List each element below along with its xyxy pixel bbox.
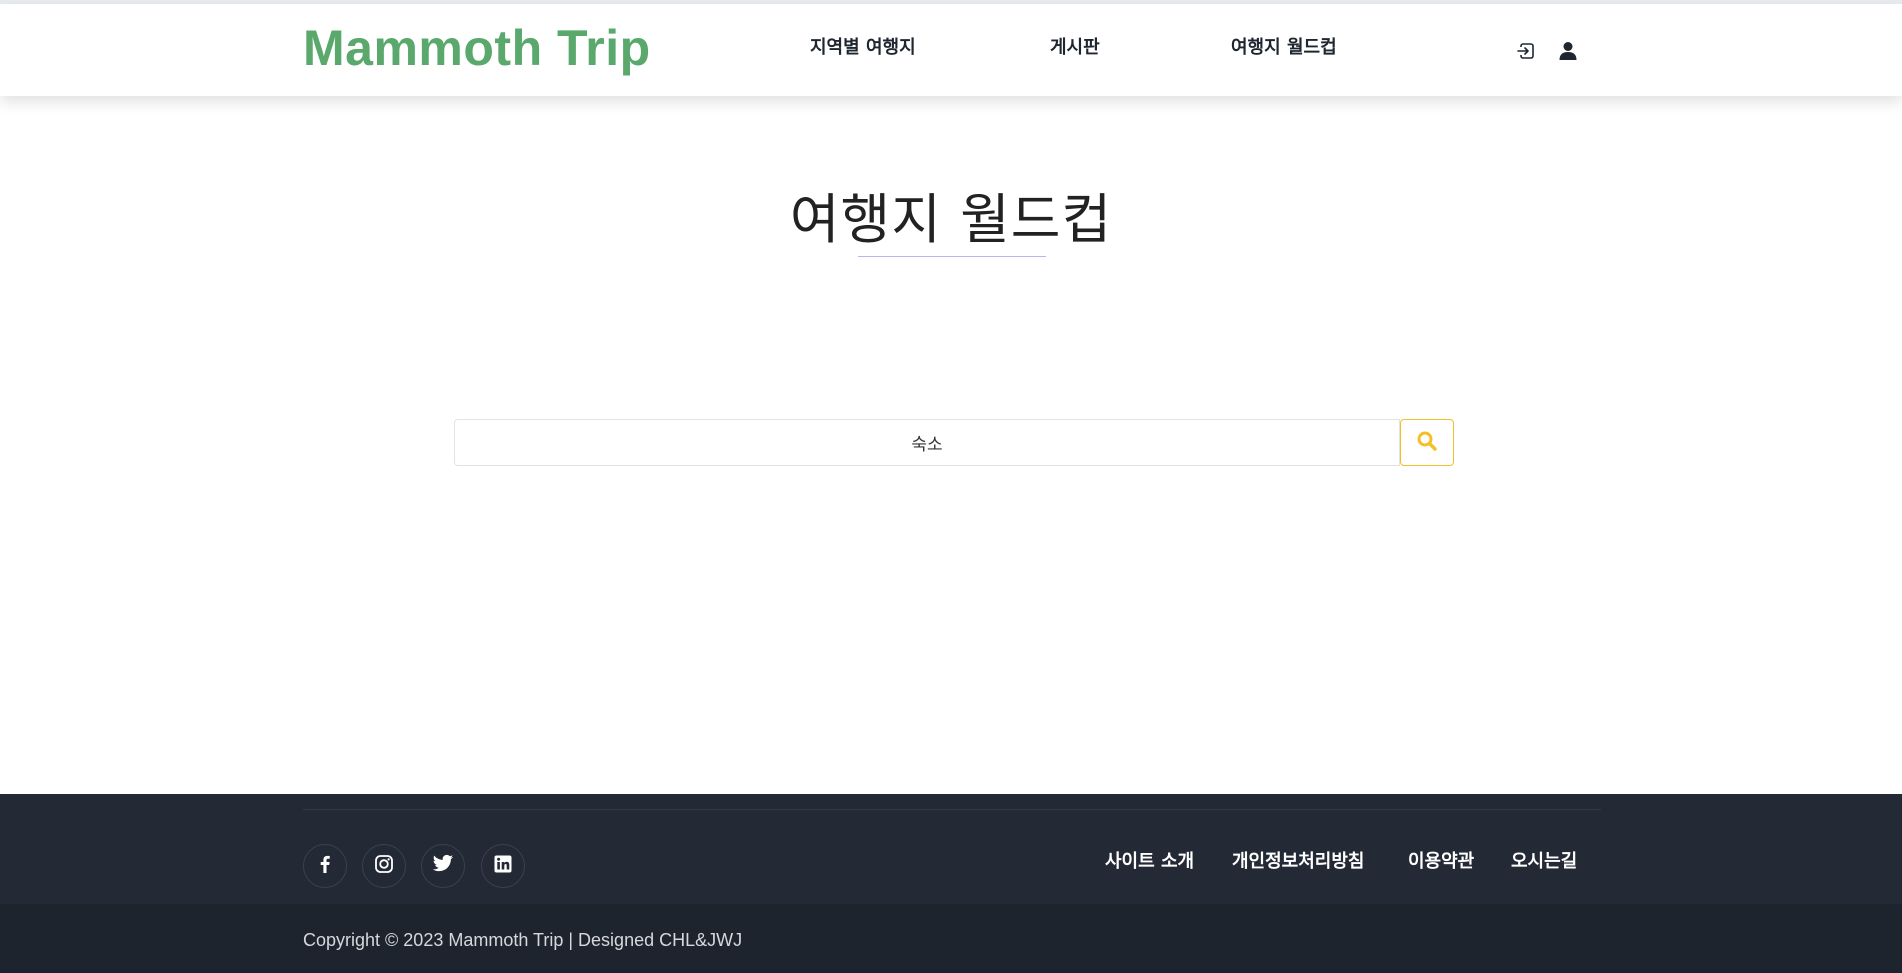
facebook-link[interactable] [303,844,347,888]
footer-link-terms[interactable]: 이용약관 [1408,850,1474,874]
footer-link-about[interactable]: 사이트 소개 [1105,850,1194,874]
instagram-icon [374,854,394,878]
facebook-icon [315,854,335,878]
user-icon[interactable] [1557,40,1579,62]
search-button[interactable] [1400,419,1454,466]
copyright-text: Copyright © 2023 Mammoth Trip | Designed… [303,930,743,950]
copyright-bar: Copyright © 2023 Mammoth Trip | Designed… [0,904,1902,973]
navbar: Mammoth Trip 지역별 여행지 게시판 여행지 월드컵 [0,4,1902,96]
title-underline [858,256,1046,257]
twitter-link[interactable] [421,844,465,888]
nav-board[interactable]: 게시판 [1050,36,1100,60]
footer: 사이트 소개 개인정보처리방침 이용약관 오시는길 Copyright © 20… [0,794,1902,973]
login-icon[interactable] [1515,40,1537,62]
footer-link-privacy[interactable]: 개인정보처리방침 [1232,850,1364,874]
brand-logo[interactable]: Mammoth Trip [303,18,651,78]
nav-regional-destinations[interactable]: 지역별 여행지 [810,36,916,60]
page-title: 여행지 월드컵 [789,188,1113,251]
instagram-link[interactable] [362,844,406,888]
search-icon [1416,430,1438,455]
linkedin-icon [493,854,513,878]
footer-link-directions[interactable]: 오시는길 [1511,850,1577,874]
nav-destination-worldcup[interactable]: 여행지 월드컵 [1231,36,1337,60]
linkedin-link[interactable] [481,844,525,888]
footer-divider [303,809,1601,810]
search-input[interactable] [454,419,1400,466]
twitter-icon [432,854,454,878]
